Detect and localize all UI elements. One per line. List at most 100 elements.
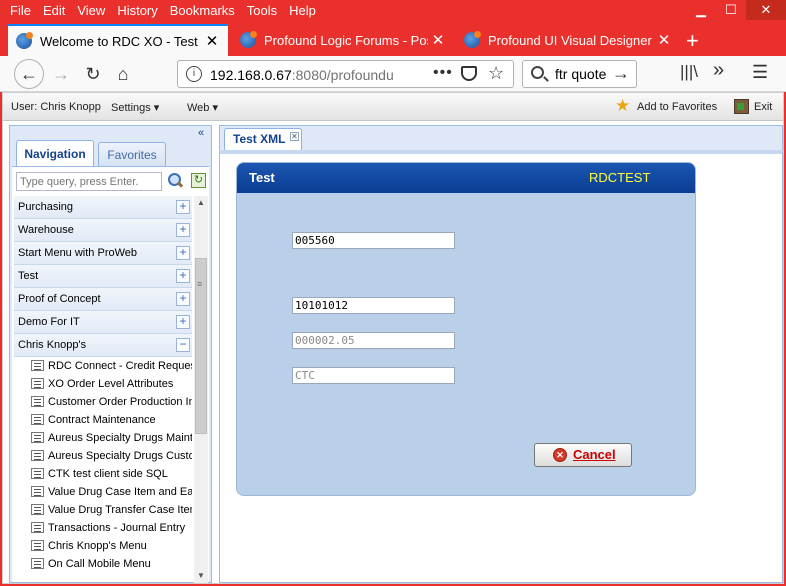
pocket-icon[interactable]	[461, 66, 477, 81]
field-4: CTC	[292, 367, 455, 384]
menu-bookmarks[interactable]: Bookmarks	[170, 3, 235, 18]
hamburger-menu-icon[interactable]: ☰	[752, 62, 768, 83]
document-icon	[31, 414, 44, 425]
nav-item[interactable]: CTK test client side SQL	[14, 465, 192, 483]
tab-favorites[interactable]: Favorites	[98, 142, 166, 166]
cancel-button[interactable]: ✕ Cancel	[534, 443, 632, 467]
globe-icon	[464, 31, 481, 48]
expand-icon[interactable]: +	[176, 246, 190, 260]
close-tab-icon[interactable]: ✕	[428, 31, 448, 49]
nav-item[interactable]: Transactions - Journal Entry	[14, 519, 192, 537]
form-panel: Test RDCTEST 005560 10101012 000002.05 C…	[236, 162, 696, 496]
forward-icon[interactable]: →	[48, 61, 74, 87]
document-icon	[31, 360, 44, 371]
home-icon[interactable]: ⌂	[110, 61, 136, 87]
navigation-toolbar: ← → ↻ ⌂ i 192.168.0.67:8080/profoundu ••…	[0, 56, 786, 92]
document-icon	[31, 468, 44, 479]
nav-item[interactable]: On Call Mobile Menu	[14, 555, 192, 573]
expand-icon[interactable]: +	[176, 292, 190, 306]
globe-icon	[16, 32, 33, 49]
document-icon	[31, 504, 44, 515]
search-icon	[531, 66, 544, 79]
browser-tab-designer[interactable]: Profound UI Visual Designer ✕	[456, 24, 680, 56]
globe-icon	[240, 31, 257, 48]
collapse-icon[interactable]: −	[176, 338, 190, 352]
expand-icon[interactable]: +	[176, 223, 190, 237]
menu-file[interactable]: File	[10, 3, 31, 18]
refresh-icon[interactable]: ↻	[191, 173, 206, 188]
nav-category-demo-for-it[interactable]: Demo For IT +	[14, 311, 192, 334]
field-2[interactable]: 10101012	[292, 297, 455, 314]
field-1[interactable]: 005560	[292, 232, 455, 249]
library-icon[interactable]: |||\	[680, 62, 698, 82]
browser-tab-rdc-xo[interactable]: Welcome to RDC XO - Test ✕	[8, 24, 228, 56]
query-input[interactable]	[16, 172, 162, 191]
expand-icon[interactable]: +	[176, 269, 190, 283]
scroll-down-icon[interactable]: ▼	[194, 569, 208, 583]
search-icon[interactable]	[167, 172, 183, 188]
nav-scrollbar[interactable]: ▲ ≡ ▼	[194, 196, 208, 583]
nav-item[interactable]: RDC Connect - Credit Requests	[14, 357, 192, 375]
navigation-body: ↻ Purchasing+ Warehouse+ Start Menu with…	[12, 166, 209, 583]
close-tab-icon[interactable]: ✕	[290, 132, 299, 141]
favorites-star-icon[interactable]: ★	[615, 97, 631, 114]
form-title: Test	[249, 170, 275, 185]
nav-category-proof-of-concept[interactable]: Proof of Concept +	[14, 288, 192, 311]
nav-item[interactable]: Value Drug Case Item and Each	[14, 483, 192, 501]
document-icon	[31, 378, 44, 389]
menu-edit[interactable]: Edit	[43, 3, 65, 18]
menu-view[interactable]: View	[77, 3, 105, 18]
settings-menu[interactable]: Settings ▾	[111, 101, 159, 114]
browser-tab-forums[interactable]: Profound Logic Forums - Post a ✕	[232, 24, 454, 56]
close-window-icon[interactable]: ✕	[746, 0, 786, 20]
nav-item[interactable]: Value Drug Transfer Case Item	[14, 501, 192, 519]
tab-title: Profound UI Visual Designer	[488, 32, 652, 48]
close-tab-icon[interactable]: ✕	[202, 32, 222, 50]
scroll-up-icon[interactable]: ▲	[194, 196, 208, 210]
grip-icon: ≡	[197, 279, 203, 289]
search-bar[interactable]: →	[522, 60, 637, 88]
close-tab-icon[interactable]: ✕	[654, 31, 674, 49]
info-icon[interactable]: i	[186, 66, 202, 82]
nav-category-warehouse[interactable]: Warehouse +	[14, 219, 192, 242]
nav-item[interactable]: Customer Order Production Inquiry	[14, 393, 192, 411]
overflow-chevron-icon[interactable]: »	[713, 59, 724, 82]
bookmark-star-icon[interactable]: ☆	[488, 63, 504, 84]
menu-tools[interactable]: Tools	[247, 3, 277, 18]
nav-category-test[interactable]: Test +	[14, 265, 192, 288]
program-name: RDCTEST	[589, 170, 651, 185]
search-go-icon[interactable]: →	[612, 63, 630, 84]
maximize-icon[interactable]: ☐	[716, 0, 746, 20]
exit-link[interactable]: Exit	[754, 101, 772, 113]
expand-icon[interactable]: +	[176, 315, 190, 329]
app-header-bar: User: Chris Knopp Settings ▾ Web ▾ ★ Add…	[3, 93, 783, 121]
new-tab-icon[interactable]: +	[686, 28, 699, 54]
collapse-panel-icon[interactable]: «	[198, 127, 211, 140]
page-actions-icon[interactable]: •••	[433, 64, 453, 82]
tab-navigation[interactable]: Navigation	[16, 140, 94, 167]
window-controls: ▁ ☐ ✕	[686, 0, 786, 20]
minimize-icon[interactable]: ▁	[686, 0, 716, 20]
nav-item[interactable]: Aureus Specialty Drugs Maintenance	[14, 429, 192, 447]
exit-icon[interactable]	[734, 99, 749, 114]
nav-category-chris-knopps[interactable]: Chris Knopp's −	[14, 334, 192, 357]
reload-icon[interactable]: ↻	[80, 61, 106, 87]
tab-test-xml[interactable]: Test XML ✕	[224, 128, 302, 151]
menu-help[interactable]: Help	[289, 3, 316, 18]
nav-category-purchasing[interactable]: Purchasing +	[14, 196, 192, 219]
add-to-favorites-link[interactable]: Add to Favorites	[637, 101, 717, 113]
nav-category-start-menu[interactable]: Start Menu with ProWeb +	[14, 242, 192, 265]
expand-icon[interactable]: +	[176, 200, 190, 214]
back-icon[interactable]: ←	[14, 59, 44, 89]
address-bar[interactable]: i 192.168.0.67:8080/profoundu ••• ☆	[177, 60, 514, 88]
navigation-panel: « Navigation Favorites ↻ Purchasing+ War…	[9, 125, 212, 583]
nav-item[interactable]: Aureus Specialty Drugs Customers	[14, 447, 192, 465]
web-menu[interactable]: Web ▾	[187, 101, 218, 114]
cancel-icon: ✕	[553, 448, 567, 462]
nav-item[interactable]: XO Order Level Attributes	[14, 375, 192, 393]
search-input[interactable]	[555, 66, 613, 82]
menu-history[interactable]: History	[117, 3, 157, 18]
document-icon	[31, 522, 44, 533]
nav-item[interactable]: Chris Knopp's Menu	[14, 537, 192, 555]
nav-item[interactable]: Contract Maintenance	[14, 411, 192, 429]
